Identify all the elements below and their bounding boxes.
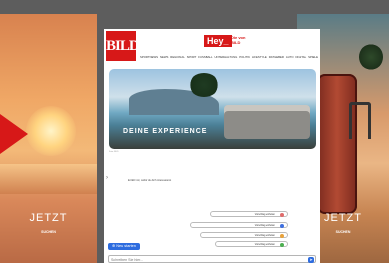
suggestion-label: Vorschlag einholen [254, 234, 275, 237]
chat-message: Erzähl mir, wofür du dich interessierst [128, 179, 172, 182]
suggestion-icon [280, 224, 284, 228]
suitcase-graphic [317, 74, 371, 214]
suggestion-chip[interactable]: Vorschlag einholen [215, 241, 288, 247]
palm-tree-graphic [359, 44, 383, 70]
new-chat-label: Neu starten [116, 244, 136, 248]
bild-logo[interactable]: BILD [106, 31, 140, 61]
nav-item[interactable]: AUTO [286, 55, 294, 63]
palm-tree-graphic [189, 73, 219, 97]
plus-icon: ⊕ [112, 244, 116, 248]
nav-item[interactable]: SPORTNEWS [140, 55, 158, 63]
suggestion-icon [280, 213, 284, 217]
suitcase-handle [349, 102, 371, 139]
suggestion-label: Vorschlag einholen [254, 243, 275, 246]
arrow-right-icon [0, 114, 28, 154]
hero-banner[interactable]: DEINE EXPERIENCE [109, 69, 316, 149]
lounge-sofa-graphic [224, 111, 310, 139]
sea-graphic [0, 164, 97, 194]
nav-item[interactable]: FUSSBALL [198, 55, 212, 63]
nav-item[interactable]: SPIELE [308, 55, 318, 63]
suggestion-chip[interactable]: Vorschlag einholen [210, 211, 288, 217]
von-bild-label: Die von BILD [231, 35, 246, 45]
nav-item[interactable]: LIFESTYLE [252, 55, 267, 63]
hero-caption: Foto: BILD [109, 151, 119, 153]
main-content: BILD Hey_ Die von BILD SPORTNEWS NEWS RE… [104, 29, 320, 263]
chat-input-bar: ➤ [108, 255, 316, 263]
chat-input[interactable] [111, 256, 301, 263]
sun-graphic [26, 106, 76, 156]
left-ad-cta: JETZT [29, 212, 68, 224]
suggestion-chip[interactable]: Vorschlag einholen [200, 232, 288, 238]
suggestion-label: Vorschlag einholen [254, 213, 275, 216]
main-nav: SPORTNEWS NEWS REGIONAL SPORT FUSSBALL U… [140, 55, 318, 63]
suggestion-chip[interactable]: Vorschlag einholen [190, 222, 288, 228]
suggestion-label: Vorschlag einholen [254, 224, 275, 227]
send-icon[interactable]: ➤ [308, 256, 314, 263]
suggestion-icon [280, 243, 284, 247]
nav-item[interactable]: SPORT [187, 55, 197, 63]
hero-title: DEINE EXPERIENCE [123, 128, 208, 135]
nav-item[interactable]: RATGEBER [269, 55, 284, 63]
nav-item[interactable]: NEWS [160, 55, 168, 63]
nav-item[interactable]: POLITIK [239, 55, 250, 63]
chevron-right-icon[interactable]: › [106, 175, 108, 181]
hey-logo[interactable]: Hey_ [204, 35, 232, 47]
left-ad-cta-sub: SUCHEN [41, 230, 56, 234]
nav-item[interactable]: UNTERHALTUNG [215, 55, 238, 63]
suggestion-icon [280, 234, 284, 238]
nav-item[interactable]: DIGITAL [296, 55, 307, 63]
nav-item[interactable]: REGIONAL [170, 55, 184, 63]
new-chat-button[interactable]: ⊕ Neu starten [108, 243, 140, 250]
